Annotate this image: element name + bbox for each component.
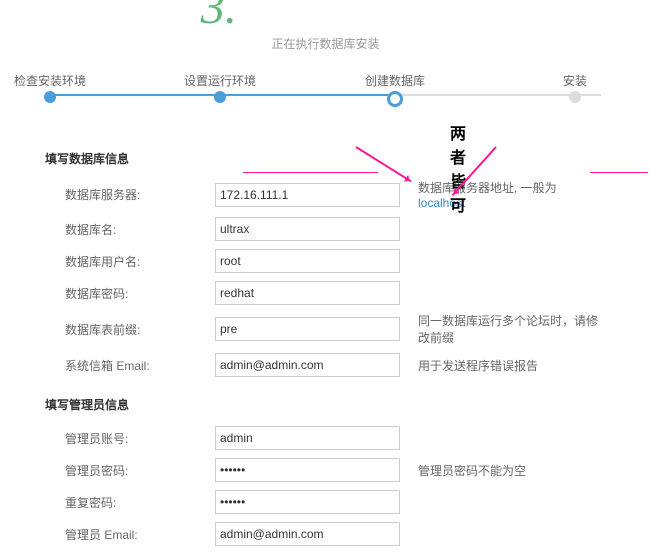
hint-db-host: 数据库服务器地址, 一般为 localhost: [418, 179, 606, 210]
section-admin-title: 填写管理员信息: [45, 396, 606, 413]
wizard-header: 3. 安装数据库 正在执行数据库安装: [0, 0, 651, 62]
input-admin-pass[interactable]: [215, 458, 400, 482]
label-db-prefix: 数据库表前缀:: [45, 321, 215, 338]
label-admin-email: 管理员 Email:: [45, 526, 215, 543]
step-dot-check: [44, 91, 56, 103]
label-db-host: 数据库服务器:: [45, 186, 215, 203]
step-subtitle: 正在执行数据库安装: [0, 35, 651, 52]
input-db-prefix[interactable]: [215, 317, 400, 341]
label-admin-pass2: 重复密码:: [45, 494, 215, 511]
step-label-check: 检查安装环境: [0, 72, 100, 89]
label-db-name: 数据库名:: [45, 221, 215, 238]
hint-admin-pass: 管理员密码不能为空: [418, 462, 606, 479]
label-db-user: 数据库用户名:: [45, 253, 215, 270]
step-number: 3.: [201, 0, 237, 35]
input-admin-pass2[interactable]: [215, 490, 400, 514]
hint-sys-email: 用于发送程序错误报告: [418, 357, 606, 374]
input-db-pass[interactable]: [215, 281, 400, 305]
label-sys-email: 系统信箱 Email:: [45, 357, 215, 374]
label-db-pass: 数据库密码:: [45, 285, 215, 302]
step-label-env: 设置运行环境: [170, 72, 270, 89]
input-admin-email[interactable]: [215, 522, 400, 546]
step-dot-env: [214, 91, 226, 103]
progress-steps: 检查安装环境 设置运行环境 创建数据库 安装: [30, 72, 621, 122]
step-dot-install: [569, 91, 581, 103]
link-localhost[interactable]: localhost: [418, 196, 465, 210]
step-dot-db: [387, 91, 403, 107]
section-db-title: 填写数据库信息: [45, 150, 606, 167]
input-db-name[interactable]: [215, 217, 400, 241]
label-admin-pass: 管理员密码:: [45, 462, 215, 479]
input-sys-email[interactable]: [215, 353, 400, 377]
step-label-install: 安装: [525, 72, 625, 89]
input-admin-user[interactable]: [215, 426, 400, 450]
input-db-user[interactable]: [215, 249, 400, 273]
label-admin-user: 管理员账号:: [45, 430, 215, 447]
hint-db-prefix: 同一数据库运行多个论坛时，请修改前缀: [418, 312, 606, 346]
step-label-db: 创建数据库: [345, 72, 445, 89]
input-db-host[interactable]: [215, 183, 400, 207]
